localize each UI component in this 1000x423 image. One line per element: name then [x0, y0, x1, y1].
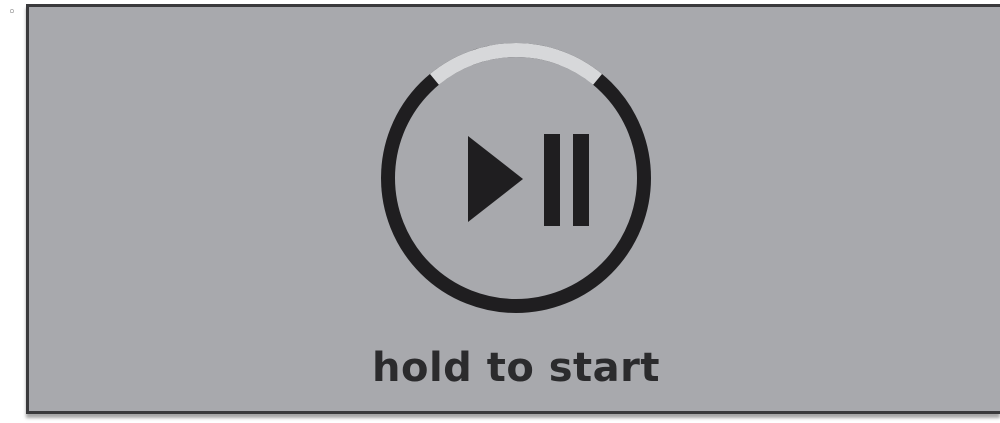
play-pause-icon — [381, 43, 651, 313]
hold-to-start-panel[interactable]: hold to start — [26, 4, 1000, 414]
bullet-marker: ◦ — [8, 5, 16, 20]
pause-bar-right — [573, 134, 589, 226]
progress-ring-fill — [429, 43, 603, 85]
play-pause-hold-button[interactable] — [373, 35, 659, 321]
page: ◦ hold to start — [0, 0, 1000, 423]
pause-bar-left — [544, 134, 560, 226]
hold-to-start-label: hold to start — [371, 345, 661, 391]
play-icon — [468, 136, 523, 222]
